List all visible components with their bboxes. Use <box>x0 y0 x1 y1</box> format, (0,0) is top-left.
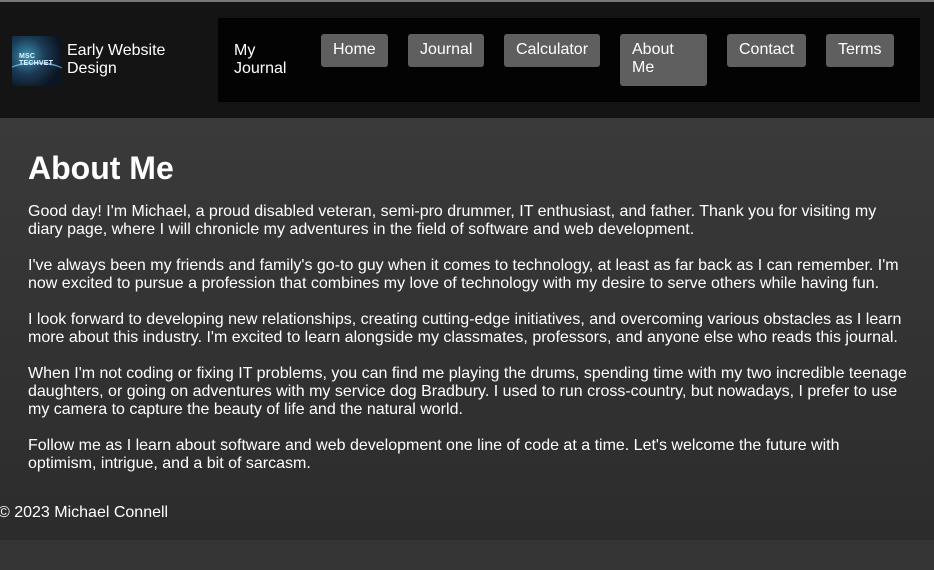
nav-journal-button[interactable]: Journal <box>408 34 485 67</box>
paragraph-5: Follow me as I learn about software and … <box>28 437 840 472</box>
main-nav: My Journal Home Journal Calculator About… <box>218 18 920 102</box>
paragraph-1: Good day! I'm Michael, a proud disabled … <box>28 203 877 238</box>
brand: MSC TECHVET Early Website Design <box>12 36 177 86</box>
nav-calculator-button[interactable]: Calculator <box>504 34 601 67</box>
paragraph-3: I look forward to developing new relatio… <box>28 311 902 346</box>
nav-about-button[interactable]: About Me <box>620 34 707 86</box>
page-title: About Me <box>28 150 174 186</box>
page: MSC TECHVET Early Website Design My Journ… <box>0 0 934 570</box>
about-section: About Me Good day! I'm Michael, a proud … <box>28 150 910 491</box>
bottom-band <box>0 540 934 570</box>
nav-site-name: My Journal <box>234 42 287 77</box>
nav-contact-button[interactable]: Contact <box>727 34 807 67</box>
nav-home-button[interactable]: Home <box>321 34 388 67</box>
paragraph-2: I've always been my friends and family's… <box>28 257 899 292</box>
nav-terms-button[interactable]: Terms <box>826 34 894 67</box>
logo-text: MSC TECHVET <box>19 53 54 67</box>
copyright: © 2023 Michael Connell <box>0 504 169 521</box>
paragraph-4: When I'm not coding or fixing IT problem… <box>28 365 907 418</box>
site-header: MSC TECHVET Early Website Design My Journ… <box>0 2 934 118</box>
brand-title: Early Website Design <box>67 42 166 77</box>
main-content: About Me Good day! I'm Michael, a proud … <box>0 118 934 540</box>
logo[interactable]: MSC TECHVET <box>12 36 62 86</box>
